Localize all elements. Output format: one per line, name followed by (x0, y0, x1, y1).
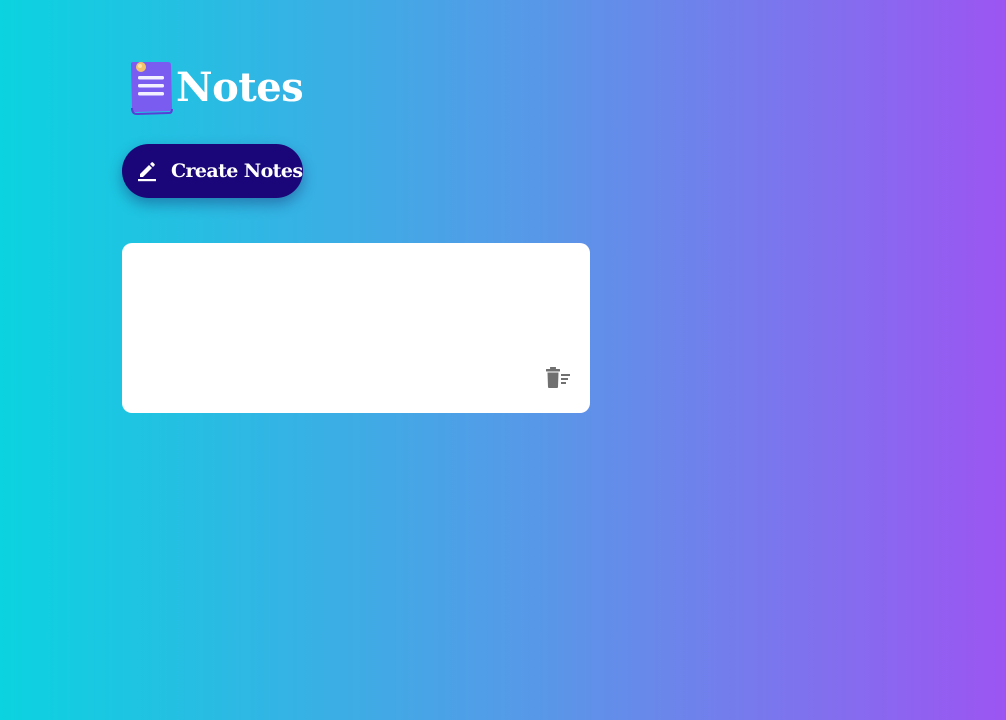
trash-icon (546, 367, 572, 389)
header: Notes (128, 58, 304, 116)
note-card (122, 243, 590, 413)
create-notes-label: Create Notes (171, 160, 303, 182)
delete-note-button[interactable] (546, 367, 572, 389)
notepad-icon (128, 58, 174, 116)
app-title: Notes (176, 64, 304, 111)
note-text-area[interactable] (138, 257, 574, 365)
pencil-icon (136, 160, 158, 182)
create-notes-button[interactable]: Create Notes (122, 144, 303, 198)
